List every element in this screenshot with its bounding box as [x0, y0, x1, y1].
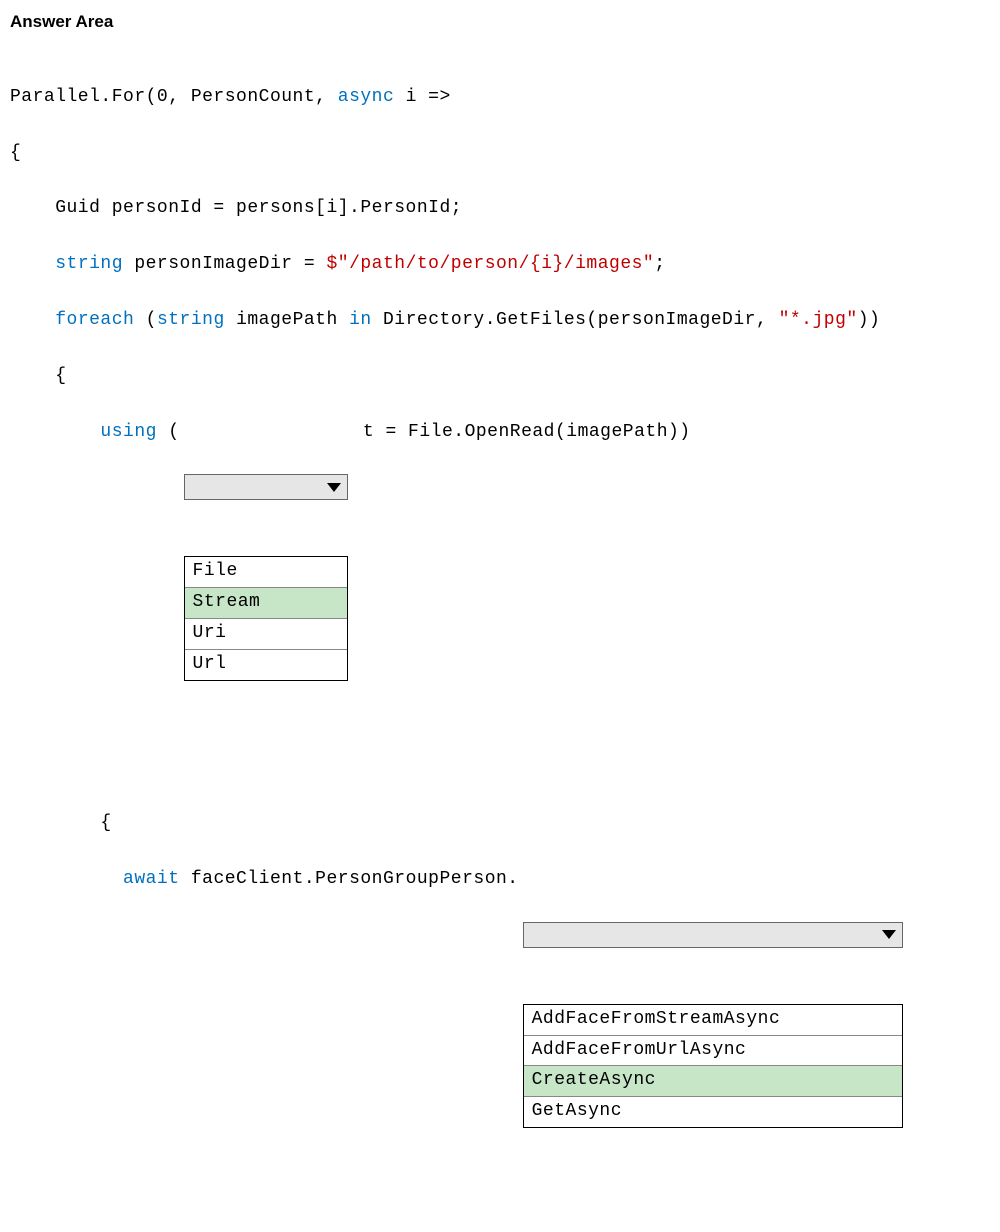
code-line: Guid personId = persons[i].PersonId;	[10, 195, 990, 223]
dropdown-option[interactable]: Stream	[185, 587, 347, 618]
code-line: {	[10, 810, 990, 838]
answer-area-header: Answer Area	[10, 12, 990, 32]
code-line: string personImageDir = $"/path/to/perso…	[10, 251, 990, 279]
code-block: Parallel.For(0, PersonCount, async i => …	[10, 56, 990, 1232]
dropdown-head[interactable]	[184, 474, 348, 500]
dropdown-list: FileStreamUriUrl	[184, 556, 348, 681]
dropdown-option[interactable]: Uri	[185, 618, 347, 649]
code-line: Parallel.For(0, PersonCount, async i =>	[10, 84, 990, 112]
dropdown-option[interactable]: Url	[185, 649, 347, 680]
dropdown-list: AddFaceFromStreamAsyncAddFaceFromUrlAsyn…	[523, 1004, 903, 1129]
code-line: {	[10, 140, 990, 168]
code-line: foreach (string imagePath in Directory.G…	[10, 307, 990, 335]
chevron-down-icon	[327, 483, 341, 492]
dropdown-head[interactable]	[523, 922, 903, 948]
dropdown-type[interactable]: FileStreamUriUrl	[184, 419, 348, 737]
chevron-down-icon	[882, 930, 896, 939]
dropdown-option[interactable]: CreateAsync	[524, 1065, 902, 1096]
dropdown-option[interactable]: GetAsync	[524, 1096, 902, 1127]
code-line: {	[10, 363, 990, 391]
dropdown-option[interactable]: AddFaceFromStreamAsync	[524, 1004, 902, 1035]
dropdown-option[interactable]: File	[185, 556, 347, 587]
code-line-with-dropdown: await faceClient.PersonGroupPerson. AddF…	[10, 866, 990, 1184]
code-line-with-dropdown: using ( FileStreamUriUrl t = File.OpenRe…	[10, 419, 990, 737]
dropdown-method[interactable]: AddFaceFromStreamAsyncAddFaceFromUrlAsyn…	[523, 866, 903, 1184]
dropdown-option[interactable]: AddFaceFromUrlAsync	[524, 1035, 902, 1066]
